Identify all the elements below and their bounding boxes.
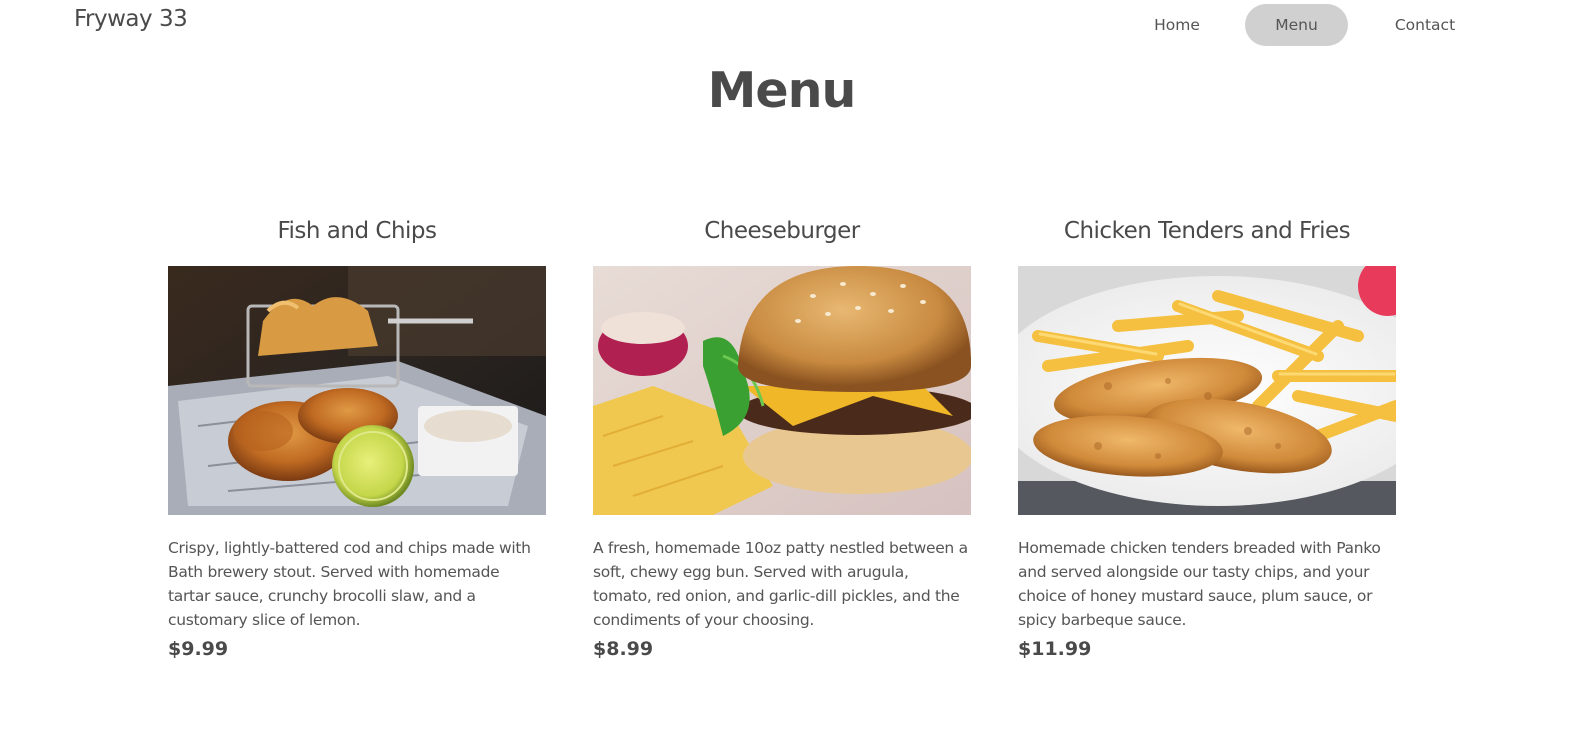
nav-menu[interactable]: Menu [1245, 4, 1348, 46]
menu-item-description: A fresh, homemade 10oz patty nestled bet… [593, 539, 968, 629]
menu-item-description: Homemade chicken tenders breaded with Pa… [1018, 539, 1381, 629]
menu-item-title: Fish and Chips [277, 218, 437, 244]
menu-item-price: $8.99 [593, 638, 654, 660]
menu-item-price: $11.99 [1018, 638, 1092, 660]
menu-card: Fish and Chips Crispy, lightly-battered … [168, 218, 546, 660]
menu-item-title: Chicken Tenders and Fries [1063, 218, 1351, 244]
cheeseburger-image [593, 266, 971, 515]
fish-and-chips-image [168, 266, 546, 515]
menu-items: Fish and Chips Crispy, lightly-battered … [168, 218, 1396, 660]
menu-item-description: Crispy, lightly-battered cod and chips m… [168, 539, 531, 629]
main-nav: Home Menu Contact [1137, 4, 1470, 46]
menu-item-title: Cheeseburger [704, 218, 860, 244]
menu-item-price: $9.99 [168, 638, 229, 660]
menu-card: Chicken Tenders and Fries Homemade chick… [1018, 218, 1396, 660]
chicken-tenders-image [1018, 266, 1396, 515]
nav-contact[interactable]: Contact [1380, 4, 1470, 46]
brand-logo[interactable]: Fryway 33 [74, 6, 188, 32]
menu-card: Cheeseburger A fresh, homemade 10oz patt… [593, 218, 971, 660]
nav-home[interactable]: Home [1137, 4, 1217, 46]
page-title: Menu [707, 62, 857, 119]
